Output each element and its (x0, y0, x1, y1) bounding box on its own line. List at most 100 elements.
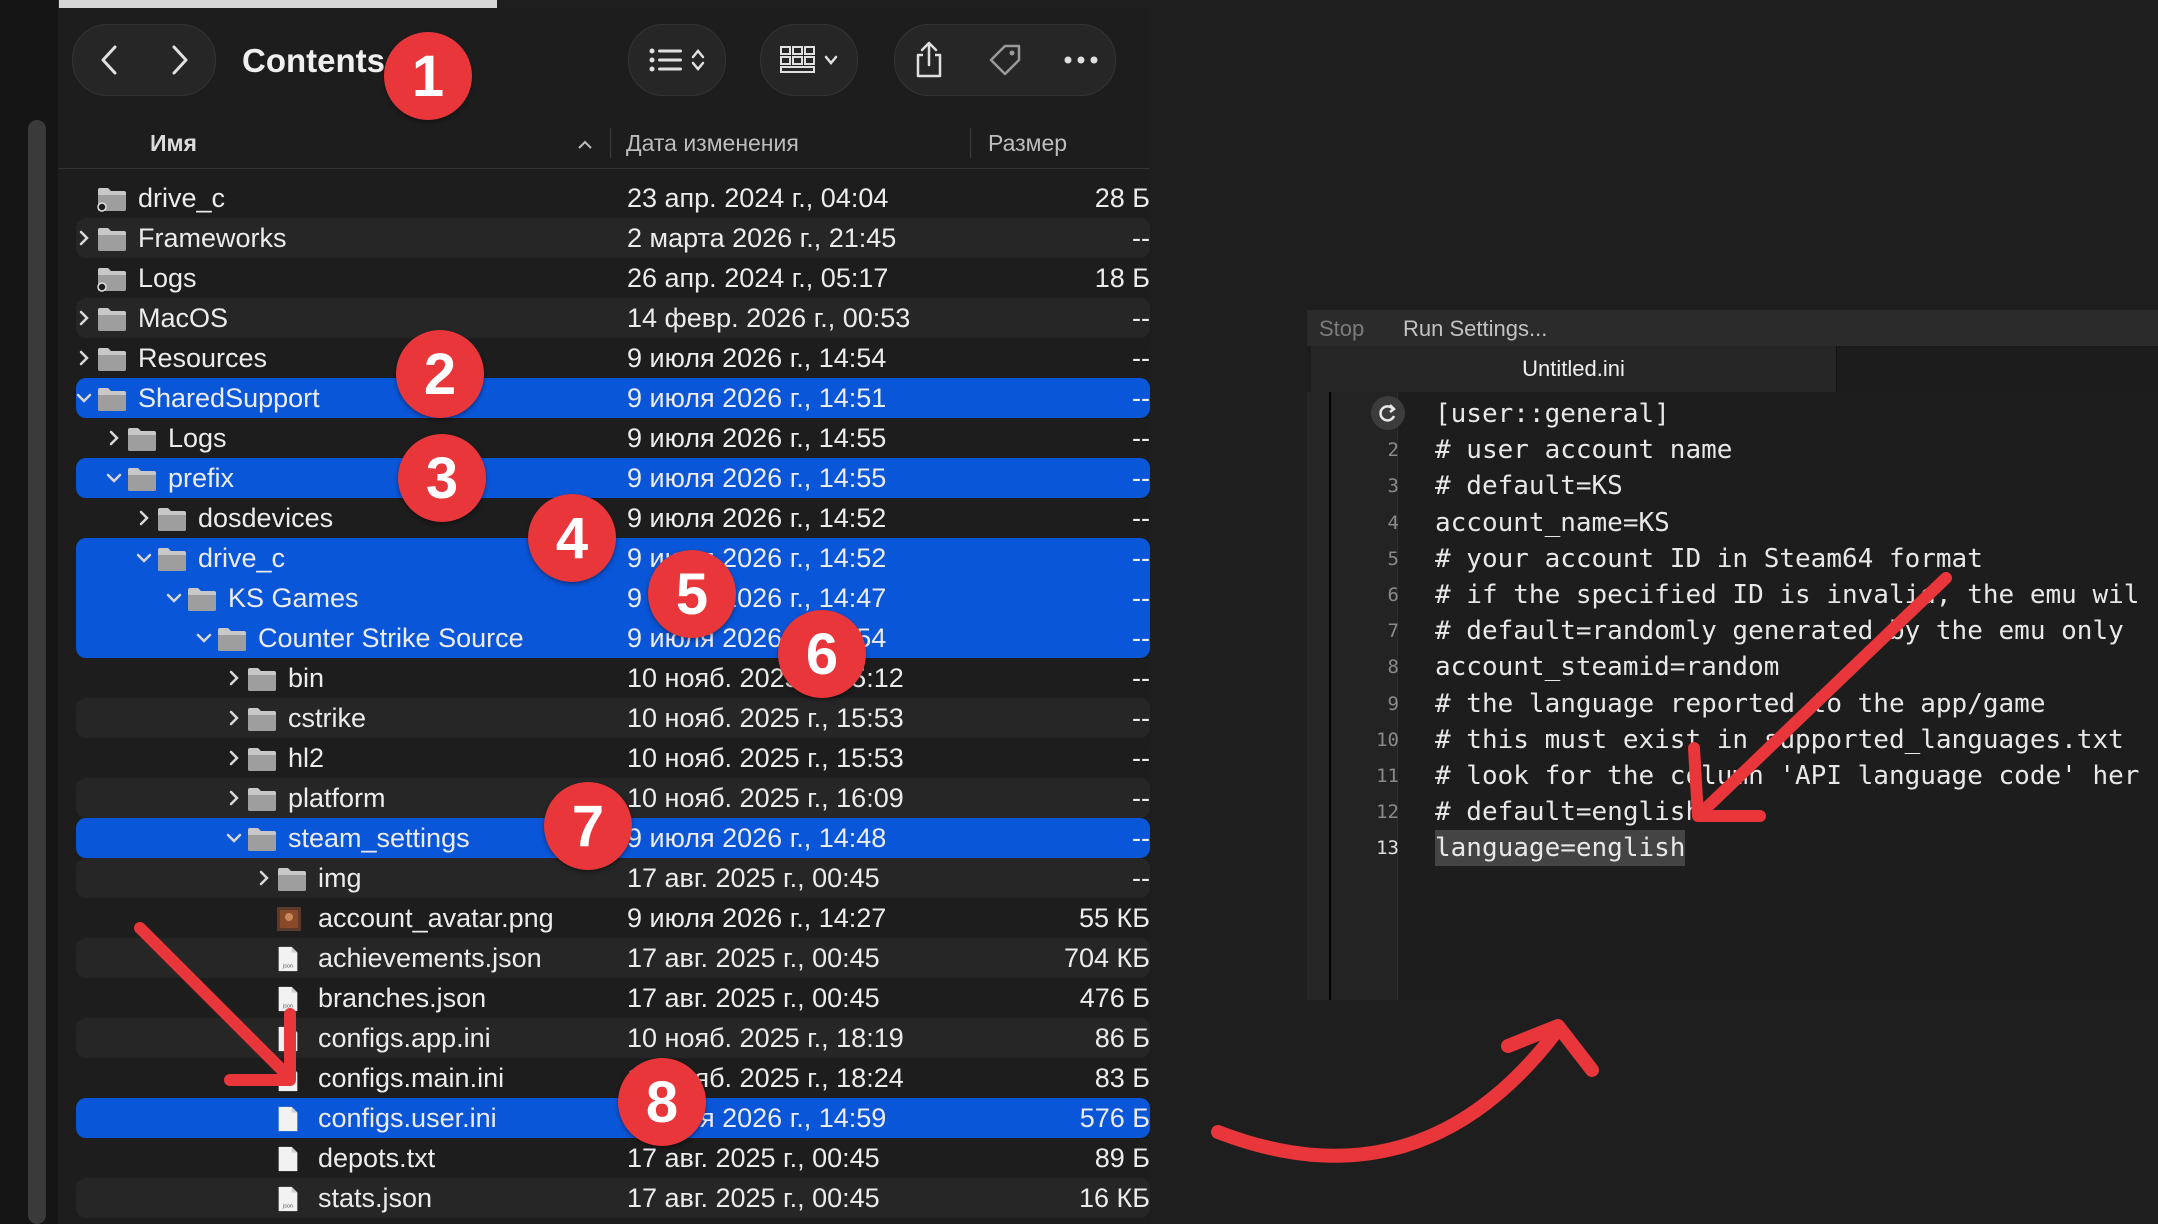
file-list-row[interactable]: configs.user.ini 9 июля 2026 г., 14:59 576… (76, 1098, 1150, 1138)
file-list-row[interactable]: SharedSupport 9 июля 2026 г., 14:51 -- (76, 378, 1150, 418)
disclosure-chevron-icon[interactable] (194, 618, 214, 658)
image-file-icon (276, 904, 308, 932)
step-badge-6: 6 (778, 610, 866, 698)
file-name: account_avatar.png (318, 903, 554, 933)
file-date: 10 нояб. 2025 г., 15:53 (627, 703, 904, 733)
code-text: # if the specified ID is invalid, the em… (1435, 580, 2140, 610)
folder-icon (246, 784, 278, 812)
group-by-button[interactable] (760, 24, 858, 96)
text-editor-window: Stop Run Settings... Untitled.ini 1[user… (1307, 310, 2158, 1000)
alias-folder-icon (96, 184, 128, 212)
file-list-row[interactable]: drive_c 23 апр. 2024 г., 04:04 28 Б (76, 178, 1150, 218)
code-line[interactable]: 13 language=english (1307, 830, 2158, 867)
share-button[interactable] (895, 41, 963, 79)
file-list-row[interactable]: configs.app.ini 10 нояб. 2025 г., 18:19 86… (76, 1018, 1150, 1058)
file-list-row[interactable]: Frameworks 2 марта 2026 г., 21:45 -- (76, 218, 1150, 258)
line-number: 10 (1376, 728, 1399, 751)
list-view-icon (649, 48, 682, 72)
file-date: 17 авг. 2025 г., 00:45 (627, 1183, 880, 1213)
file-list-row[interactable]: json stats.json 17 авг. 2025 г., 00:45 16 К… (76, 1178, 1150, 1218)
editor-tab[interactable]: Untitled.ini (1311, 346, 1837, 392)
finder-sidebar-edge (0, 0, 59, 1224)
file-size: 18 Б (1094, 263, 1150, 293)
column-name-header[interactable]: Имя (150, 130, 197, 157)
run-settings-button[interactable]: Run Settings... (1403, 316, 1547, 342)
disclosure-chevron-icon[interactable] (224, 658, 244, 698)
file-list-row[interactable]: Resources 9 июля 2026 г., 14:54 -- (76, 338, 1150, 378)
file-list-row[interactable]: Logs 9 июля 2026 г., 14:55 -- (76, 418, 1150, 458)
code-line[interactable]: 7 # default=randomly generated by the emu… (1307, 613, 2158, 649)
loop-icon[interactable] (1371, 396, 1405, 430)
code-line[interactable]: 6 # if the specified ID is invalid, the e… (1307, 577, 2158, 613)
disclosure-chevron-icon[interactable] (224, 698, 244, 738)
code-line[interactable]: 5 # your account ID in Steam64 format (1307, 541, 2158, 577)
disclosure-chevron-icon[interactable] (74, 338, 94, 378)
finder-toolbar: Contents (58, 8, 1150, 118)
folder-icon (126, 424, 158, 452)
column-date-header[interactable]: Дата изменения (626, 130, 799, 157)
disclosure-chevron-icon[interactable] (224, 818, 244, 858)
code-line[interactable]: 12 # default=english (1307, 794, 2158, 830)
file-list-row[interactable]: json achievements.json 17 авг. 2025 г., 00… (76, 938, 1150, 978)
more-button[interactable] (1047, 56, 1115, 64)
folder-icon (246, 824, 278, 852)
file-list-row[interactable]: json branches.json 17 авг. 2025 г., 00:45 4… (76, 978, 1150, 1018)
stop-button[interactable]: Stop (1319, 316, 1364, 342)
code-line[interactable]: 11 # look for the column 'API language co… (1307, 758, 2158, 794)
disclosure-chevron-icon[interactable] (164, 578, 184, 618)
file-list-row[interactable]: hl2 10 нояб. 2025 г., 15:53 -- (76, 738, 1150, 778)
file-name: configs.user.ini (318, 1103, 497, 1133)
disclosure-chevron-icon[interactable] (134, 538, 154, 578)
file-list-row[interactable]: img 17 авг. 2025 г., 00:45 -- (76, 858, 1150, 898)
column-separator[interactable] (610, 128, 611, 158)
file-list-row[interactable]: configs.main.ini 10 нояб. 2025 г., 18:24 8… (76, 1058, 1150, 1098)
forward-button[interactable] (144, 25, 215, 95)
file-list-row[interactable]: MacOS 14 февр. 2026 г., 00:53 -- (76, 298, 1150, 338)
file-date: 10 нояб. 2025 г., 18:19 (627, 1023, 904, 1053)
file-list-row[interactable]: Counter Strike Source 9 июля 2026 г., 14:… (76, 618, 1150, 658)
alias-folder-icon (96, 264, 128, 292)
disclosure-chevron-icon[interactable] (104, 458, 124, 498)
file-list-row[interactable]: prefix 9 июля 2026 г., 14:55 -- (76, 458, 1150, 498)
tag-button[interactable] (971, 42, 1039, 78)
code-line[interactable]: 1[user::general] (1307, 396, 2158, 432)
code-text: # default=randomly generated by the emu … (1435, 616, 2124, 647)
file-date: 9 июля 2026 г., 14:48 (627, 823, 887, 853)
file-size: -- (1132, 383, 1150, 413)
file-list-row[interactable]: depots.txt 17 авг. 2025 г., 00:45 89 Б (76, 1138, 1150, 1178)
code-line[interactable]: 9 # the language reported to the app/game (1307, 686, 2158, 722)
back-button[interactable] (73, 25, 144, 95)
code-line[interactable]: 2 # user account name (1307, 432, 2158, 468)
document-icon (276, 1064, 308, 1092)
disclosure-chevron-icon[interactable] (134, 498, 154, 538)
nav-button-group (72, 24, 216, 96)
view-options-button[interactable] (628, 24, 726, 96)
disclosure-chevron-icon[interactable] (74, 298, 94, 338)
file-size: -- (1132, 343, 1150, 373)
disclosure-chevron-icon[interactable] (254, 858, 274, 898)
code-line[interactable]: 3 # default=KS (1307, 468, 2158, 504)
line-number: 9 (1387, 692, 1399, 715)
disclosure-chevron-icon[interactable] (224, 778, 244, 818)
column-size-header[interactable]: Размер (988, 130, 1067, 157)
sidebar-scrollbar[interactable] (28, 120, 46, 1224)
file-list-row[interactable]: Logs 26 апр. 2024 г., 05:17 18 Б (76, 258, 1150, 298)
editor-body[interactable]: 1[user::general]2# user account name3# d… (1307, 392, 2158, 1000)
disclosure-chevron-icon[interactable] (74, 378, 94, 418)
file-list-row[interactable]: bin 10 нояб. 2025 г., 15:12 -- (76, 658, 1150, 698)
code-line[interactable]: 8 account_steamid=random (1307, 649, 2158, 685)
column-separator[interactable] (970, 128, 971, 158)
file-name: steam_settings (288, 823, 470, 853)
file-list-row[interactable]: cstrike 10 нояб. 2025 г., 15:53 -- (76, 698, 1150, 738)
file-date: 23 апр. 2024 г., 04:04 (627, 183, 889, 213)
file-size: 89 Б (1094, 1143, 1150, 1173)
disclosure-chevron-icon[interactable] (74, 218, 94, 258)
code-line[interactable]: 4 account_name=KS (1307, 505, 2158, 541)
code-line[interactable]: 10 # this must exist in supported_languag… (1307, 722, 2158, 758)
file-name: Counter Strike Source (258, 623, 524, 653)
disclosure-chevron-icon[interactable] (224, 738, 244, 778)
file-list-row[interactable]: KS Games 9 июля 2026 г., 14:47 -- (76, 578, 1150, 618)
file-list-row[interactable]: account_avatar.png 9 июля 2026 г., 14:27 5… (76, 898, 1150, 938)
file-name: SharedSupport (138, 383, 320, 413)
disclosure-chevron-icon[interactable] (104, 418, 124, 458)
